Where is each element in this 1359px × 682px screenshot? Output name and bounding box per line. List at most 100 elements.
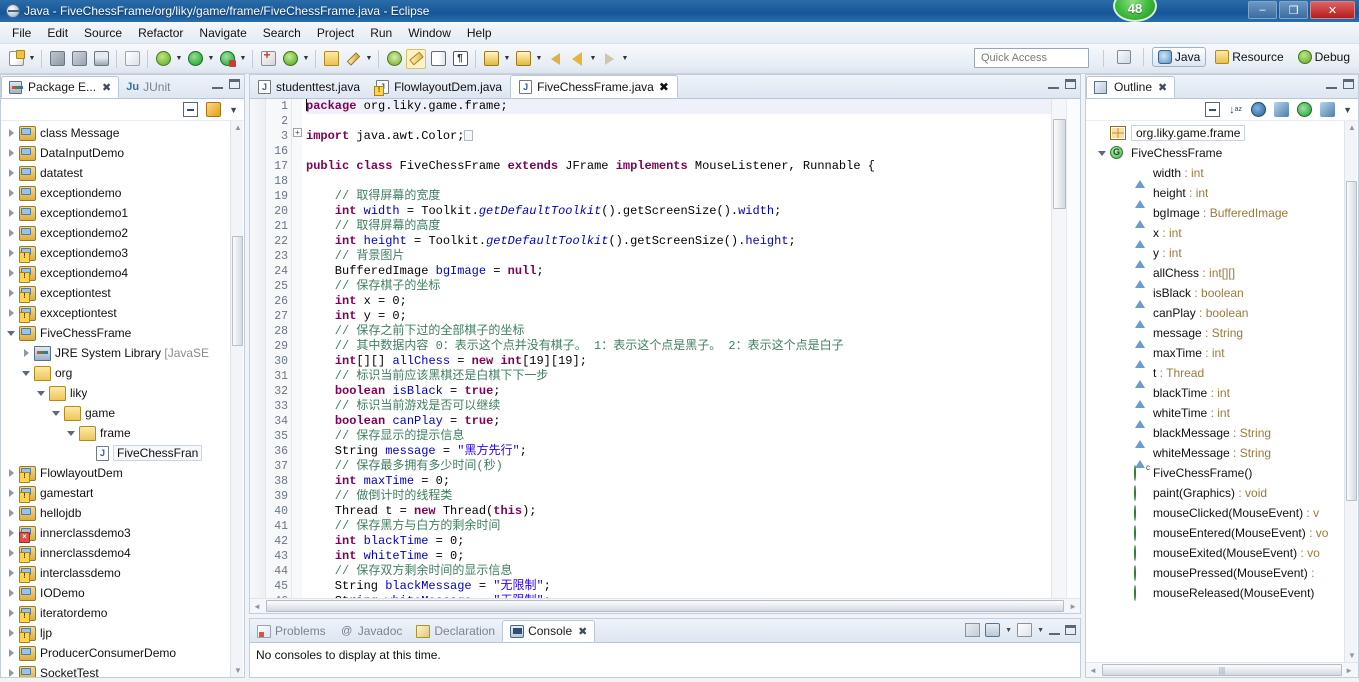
marker-dropdown-arrow-icon[interactable]: ▼ (364, 49, 374, 69)
code-line[interactable]: // 做倒计时的线程类 (306, 489, 1051, 504)
editor-overview-ruler[interactable] (1066, 99, 1080, 598)
editor-marker-gutter[interactable] (250, 99, 266, 598)
tree-item[interactable]: org (1, 363, 244, 383)
tab-problems[interactable]: Problems (250, 620, 333, 642)
code-line[interactable]: // 保存之前下过的全部棋子的坐标 (306, 324, 1051, 339)
code-line[interactable]: import java.awt.Color; (306, 129, 1051, 144)
tree-item[interactable]: FlowlayoutDem (1, 463, 244, 483)
code-line[interactable]: int x = 0; (306, 294, 1051, 309)
tab-junit[interactable]: Ju JUnit (119, 76, 177, 98)
code-line[interactable]: public class FiveChessFrame extends JFra… (306, 159, 1051, 174)
expand-arrow-icon[interactable] (3, 249, 19, 257)
expand-arrow-icon[interactable] (3, 669, 19, 677)
hide-fields-icon[interactable] (1251, 102, 1267, 117)
show-whitespace-icon[interactable]: ¶ (450, 49, 470, 69)
editor-tab-fivechessframe[interactable]: FiveChessFrame.java ✖ (510, 75, 678, 98)
menu-window[interactable]: Window (400, 24, 459, 42)
tree-item[interactable]: exxceptiontest (1, 303, 244, 323)
previous-annotation-dropdown-arrow-icon[interactable]: ▼ (534, 49, 544, 69)
minimize-editor-icon[interactable] (1048, 79, 1059, 89)
menu-help[interactable]: Help (459, 24, 500, 42)
forward-navigation-icon[interactable] (599, 49, 619, 69)
last-edit-location-icon[interactable] (545, 49, 565, 69)
tree-item[interactable]: ProducerConsumerDemo (1, 643, 244, 663)
tree-item[interactable]: ljp (1, 623, 244, 643)
collapse-arrow-icon[interactable] (18, 370, 34, 376)
restore-button[interactable]: ❐ (1279, 1, 1308, 19)
package-explorer-tree[interactable]: class Message DataInputDemo datatest except… (1, 121, 244, 677)
scrollbar-thumb[interactable] (232, 236, 243, 346)
menu-run[interactable]: Run (362, 24, 400, 42)
new-console-view-icon[interactable] (1017, 623, 1033, 637)
outline-item[interactable]: mousePressed(MouseEvent) : (1086, 563, 1358, 583)
tree-item[interactable]: exceptiontest (1, 283, 244, 303)
code-line[interactable]: // 保存黑方与白方的剩余时间 (306, 519, 1051, 534)
code-line[interactable]: // 保存棋子的坐标 (306, 279, 1051, 294)
run-dropdown-arrow-icon[interactable]: ▼ (206, 49, 216, 69)
perspective-java[interactable]: Java (1151, 47, 1207, 67)
open-perspective-icon[interactable] (1114, 47, 1134, 67)
toggle-block-selection-icon[interactable] (428, 49, 448, 69)
run-external-tools-icon[interactable] (217, 49, 237, 69)
scrollbar-thumb[interactable]: ||| (1102, 664, 1342, 676)
scroll-down-arrow-icon[interactable]: ▼ (234, 666, 242, 675)
tree-item[interactable]: exceptiondemo3 (1, 243, 244, 263)
editor-folding-gutter[interactable]: + (292, 99, 302, 598)
tree-item[interactable]: liky (1, 383, 244, 403)
outline-item[interactable]: t : Thread (1086, 363, 1358, 388)
close-icon[interactable]: ✖ (102, 81, 111, 94)
display-console-dropdown-arrow-icon[interactable]: ▼ (1005, 627, 1012, 634)
code-line[interactable]: // 保存双方剩余时间的显示信息 (306, 564, 1051, 579)
search-dropdown-arrow-icon[interactable]: ▼ (301, 49, 311, 69)
outline-item[interactable]: blackTime : int (1086, 383, 1358, 408)
new-console-dropdown-arrow-icon[interactable]: ▼ (1037, 627, 1044, 634)
collapse-all-icon[interactable] (1205, 102, 1221, 117)
view-menu-icon[interactable]: ▼ (229, 105, 238, 115)
expand-arrow-icon[interactable] (18, 349, 34, 357)
editor-vertical-scrollbar[interactable] (1051, 99, 1066, 598)
scroll-up-arrow-icon[interactable]: ▲ (234, 123, 242, 132)
fold-expand-icon[interactable]: + (293, 128, 302, 137)
maximize-console-icon[interactable] (1065, 625, 1076, 635)
collapse-arrow-icon[interactable] (3, 330, 19, 336)
new-dropdown-arrow-icon[interactable]: ▼ (27, 49, 37, 69)
code-line[interactable]: // 保存显示的提示信息 (306, 429, 1051, 444)
run-icon[interactable] (185, 49, 205, 69)
code-line[interactable]: // 标识当前游戏是否可以继续 (306, 399, 1051, 414)
tree-item[interactable]: exceptiondemo1 (1, 203, 244, 223)
tree-item[interactable]: FiveChessFrame (1, 323, 244, 343)
tree-item[interactable]: gamestart (1, 483, 244, 503)
perspective-debug[interactable]: Debug (1293, 48, 1355, 66)
minimize-console-icon[interactable] (1049, 625, 1060, 635)
tree-item[interactable]: exceptiondemo4 (1, 263, 244, 283)
scroll-left-arrow-icon[interactable]: ◄ (1086, 666, 1100, 675)
maximize-outline-icon[interactable] (1343, 79, 1354, 89)
tree-item[interactable]: innerclassdemo3 (1, 523, 244, 543)
new-java-package-icon[interactable] (258, 48, 278, 69)
outline-scrollbar[interactable]: ▲ ▼ (1344, 121, 1357, 662)
code-line[interactable]: BufferedImage bgImage = null; (306, 264, 1051, 279)
outline-item[interactable]: whiteMessage : String (1086, 443, 1358, 468)
code-line[interactable]: // 保存最多拥有多少时间(秒) (306, 459, 1051, 474)
scrollbar-thumb[interactable] (1053, 119, 1066, 209)
expand-arrow-icon[interactable] (3, 169, 19, 177)
expand-arrow-icon[interactable] (3, 509, 19, 517)
back-navigation-icon[interactable] (567, 49, 587, 69)
outline-item[interactable]: bgImage : BufferedImage (1086, 203, 1358, 228)
expand-arrow-icon[interactable] (3, 549, 19, 557)
menu-navigate[interactable]: Navigate (191, 24, 254, 42)
package-explorer-scrollbar[interactable]: ▲ ▼ (230, 121, 243, 677)
outline-item[interactable]: whiteTime : int (1086, 403, 1358, 428)
tree-item[interactable]: iteratordemo (1, 603, 244, 623)
expand-arrow-icon[interactable] (3, 149, 19, 157)
tree-item[interactable]: exceptiondemo (1, 183, 244, 203)
expand-arrow-icon[interactable] (3, 309, 19, 317)
close-icon[interactable]: ✖ (1158, 81, 1167, 94)
expand-arrow-icon[interactable] (3, 649, 19, 657)
editor-source-code[interactable]: package org.liky.game.frame; import java… (302, 99, 1051, 598)
collapse-arrow-icon[interactable] (63, 430, 79, 436)
tree-item[interactable]: datatest (1, 163, 244, 183)
annotation-icon[interactable] (384, 49, 404, 69)
close-button[interactable]: ✕ (1310, 1, 1355, 19)
expand-arrow-icon[interactable] (3, 229, 19, 237)
